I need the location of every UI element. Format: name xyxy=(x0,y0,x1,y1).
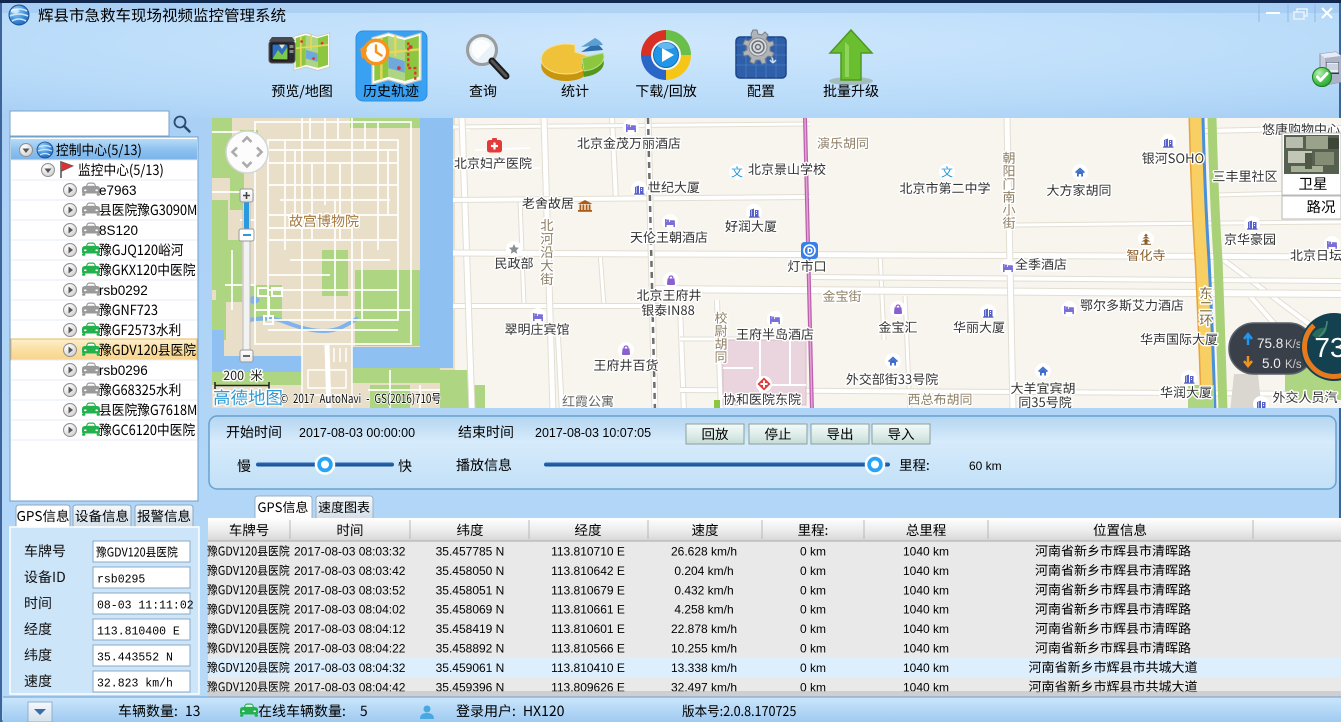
svg-text:35.458069 N: 35.458069 N xyxy=(436,603,505,617)
svg-text:0.432 km/h: 0.432 km/h xyxy=(674,583,733,597)
svg-text:rsb0296: rsb0296 xyxy=(99,363,148,378)
svg-text:35.458892 N: 35.458892 N xyxy=(436,642,505,656)
svg-text:10.255 km/h: 10.255 km/h xyxy=(671,642,737,656)
svg-text:35.443552 N: 35.443552 N xyxy=(97,652,173,665)
svg-text:1040 km: 1040 km xyxy=(903,622,949,636)
svg-text:0 km: 0 km xyxy=(800,642,826,656)
svg-text:1040 km: 1040 km xyxy=(903,661,949,675)
svg-text:1040 km: 1040 km xyxy=(903,583,949,597)
svg-text:rsb0295: rsb0295 xyxy=(97,574,145,587)
svg-text:113.810642 E: 113.810642 E xyxy=(551,564,625,578)
svg-text:1040 km: 1040 km xyxy=(903,603,949,617)
svg-text:2017-08-03 08:03:42: 2017-08-03 08:03:42 xyxy=(294,564,406,578)
svg-text:113.810679 E: 113.810679 E xyxy=(551,583,625,597)
svg-text:1040 km: 1040 km xyxy=(903,642,949,656)
svg-text:113.810661 E: 113.810661 E xyxy=(551,603,625,617)
svg-text:K/s: K/s xyxy=(1285,359,1302,371)
svg-text:0 km: 0 km xyxy=(800,603,826,617)
svg-text:4.258 km/h: 4.258 km/h xyxy=(674,603,733,617)
svg-text:0 km: 0 km xyxy=(800,583,826,597)
svg-text:K/s: K/s xyxy=(1285,339,1302,351)
svg-text:113.810400 E: 113.810400 E xyxy=(97,626,180,639)
svg-text:0.204 km/h: 0.204 km/h xyxy=(674,564,733,578)
svg-text:2017-08-03 08:03:52: 2017-08-03 08:03:52 xyxy=(294,583,406,597)
svg-text:2017-08-03 00:00:00: 2017-08-03 00:00:00 xyxy=(299,426,415,440)
svg-text:26.628 km/h: 26.628 km/h xyxy=(671,545,737,559)
svg-text:2017-08-03 08:04:12: 2017-08-03 08:04:12 xyxy=(294,622,406,636)
svg-text:113.810566 E: 113.810566 E xyxy=(551,642,625,656)
svg-text:rsb0292: rsb0292 xyxy=(99,283,148,298)
svg-text:73: 73 xyxy=(1314,332,1341,363)
svg-text:e7963: e7963 xyxy=(99,183,137,198)
svg-text:60 km: 60 km xyxy=(969,459,1002,473)
svg-text:1040 km: 1040 km xyxy=(903,545,949,559)
svg-text:0 km: 0 km xyxy=(800,564,826,578)
svg-text:2017-08-03 08:04:22: 2017-08-03 08:04:22 xyxy=(294,642,406,656)
svg-text:2017-08-03 10:07:05: 2017-08-03 10:07:05 xyxy=(535,426,651,440)
svg-text:2017-08-03 08:04:32: 2017-08-03 08:04:32 xyxy=(294,661,406,675)
svg-text:0 km: 0 km xyxy=(800,661,826,675)
svg-text:8S120: 8S120 xyxy=(99,223,138,238)
svg-text:5.0: 5.0 xyxy=(1262,356,1281,371)
svg-text:35.458419 N: 35.458419 N xyxy=(436,622,505,636)
svg-text:35.458051 N: 35.458051 N xyxy=(436,583,505,597)
svg-text:1040 km: 1040 km xyxy=(903,564,949,578)
svg-text:75.8: 75.8 xyxy=(1257,336,1283,351)
svg-text:35.458050 N: 35.458050 N xyxy=(436,564,505,578)
svg-text:22.878 km/h: 22.878 km/h xyxy=(671,622,737,636)
svg-text:113.810710 E: 113.810710 E xyxy=(551,545,625,559)
svg-text:35.459061 N: 35.459061 N xyxy=(436,661,505,675)
svg-text:08-03 11:11:02: 08-03 11:11:02 xyxy=(97,600,194,613)
svg-text:13.338 km/h: 13.338 km/h xyxy=(671,661,737,675)
svg-text:0 km: 0 km xyxy=(800,622,826,636)
svg-text:35.457785 N: 35.457785 N xyxy=(436,545,505,559)
svg-text:113.810410 E: 113.810410 E xyxy=(551,661,625,675)
svg-text:2017-08-03 08:03:32: 2017-08-03 08:03:32 xyxy=(294,545,406,559)
svg-text:0 km: 0 km xyxy=(800,545,826,559)
svg-text:2017-08-03 08:04:02: 2017-08-03 08:04:02 xyxy=(294,603,406,617)
svg-text:113.810601 E: 113.810601 E xyxy=(551,622,625,636)
svg-text:32.823 km/h: 32.823 km/h xyxy=(97,678,173,691)
